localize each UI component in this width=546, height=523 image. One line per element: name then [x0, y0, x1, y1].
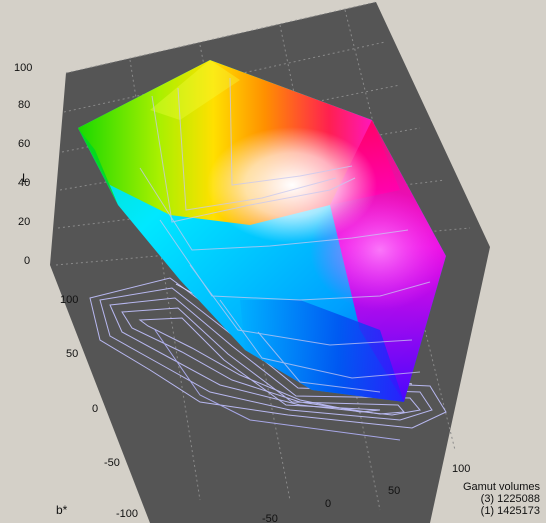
legend-entry-value: 1425173 [497, 505, 540, 517]
gamut-volumes-legend: Gamut volumes (3) 1225088 (1) 1425173 [463, 481, 540, 517]
l-axis: 0 20 40 60 80 100 L [14, 62, 32, 267]
b-tick-label: 100 [60, 294, 78, 306]
l-tick-label: 60 [18, 138, 30, 150]
b-tick-label: -100 [116, 508, 138, 520]
b-tick-label: 0 [92, 403, 98, 415]
b-tick-label: 50 [66, 348, 78, 360]
legend-entry: (1) 1425173 [463, 505, 540, 517]
gamut-3d-viewport[interactable]: 0 20 40 60 80 100 L 100 50 0 -50 -100 b*… [0, 0, 546, 523]
a-tick-label: 50 [388, 485, 400, 497]
l-tick-label: 100 [14, 62, 32, 74]
legend-entry-value: 1225088 [497, 493, 540, 505]
l-tick-label: 20 [18, 216, 30, 228]
legend-entry-label: (3) [480, 493, 495, 505]
legend-entry-label: (1) [480, 505, 495, 517]
l-tick-label: 80 [18, 99, 30, 111]
b-tick-label: -50 [104, 457, 120, 469]
a-tick-label: 0 [325, 498, 331, 510]
a-tick-label: 100 [452, 463, 470, 475]
legend-entry: (3) 1225088 [463, 493, 540, 505]
a-tick-label: -50 [262, 513, 278, 523]
l-axis-title: L [22, 171, 29, 185]
b-axis-title: b* [56, 503, 68, 517]
l-tick-label: 0 [24, 255, 30, 267]
gamut-plot-canvas: 0 20 40 60 80 100 L 100 50 0 -50 -100 b*… [14, 1, 490, 523]
legend-title: Gamut volumes [462, 481, 540, 493]
